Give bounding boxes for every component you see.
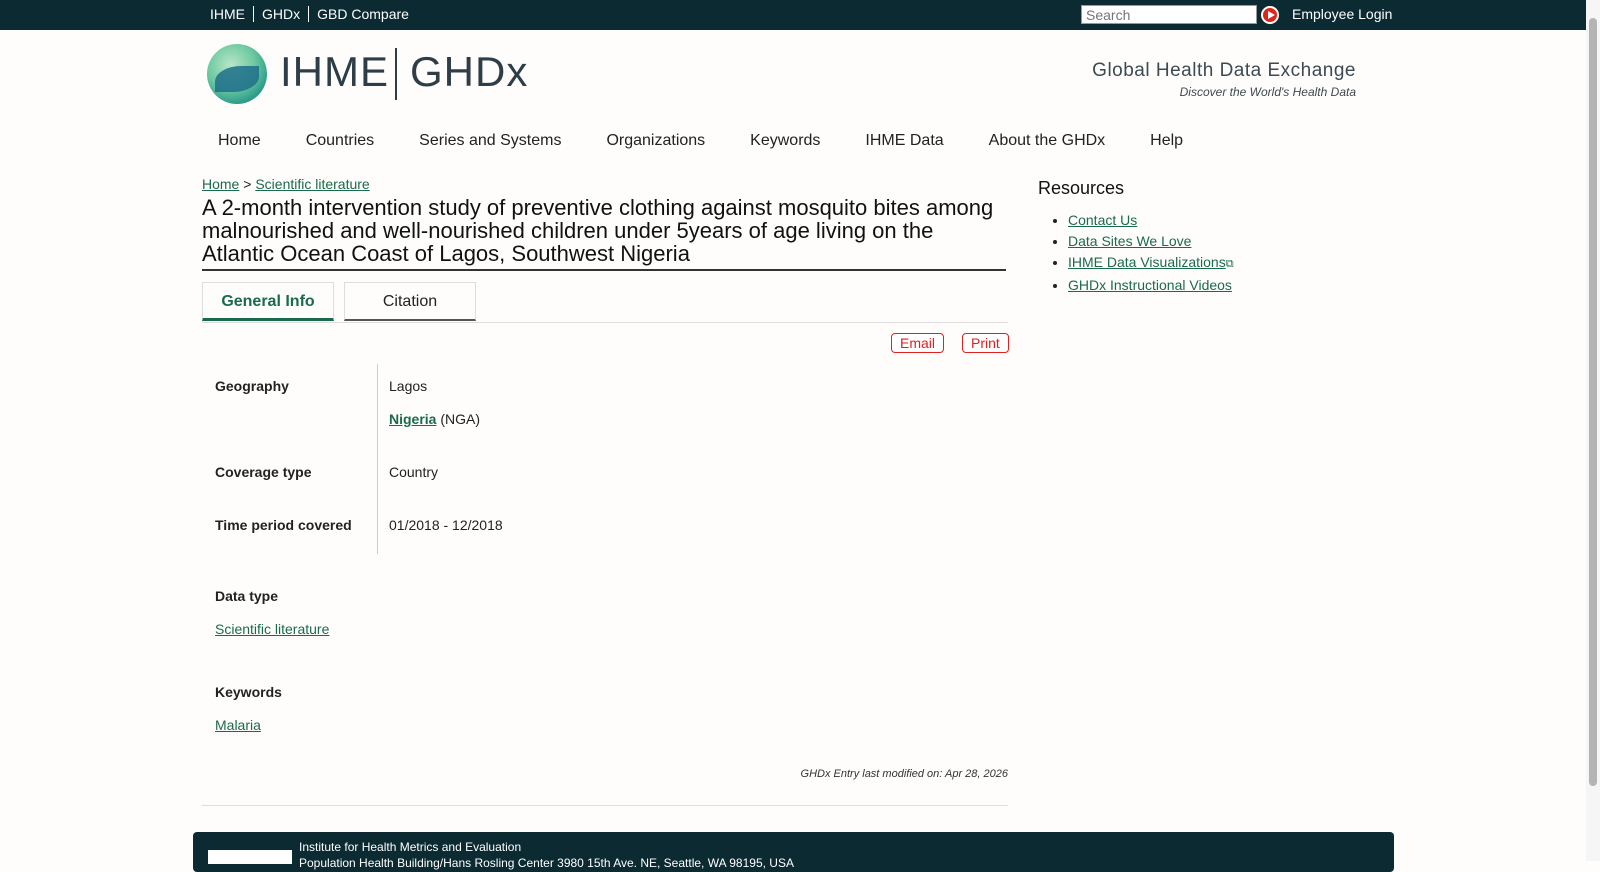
datatype-label: Data type [215,588,279,604]
uw-logo-icon[interactable] [208,850,292,864]
top-link-ihme[interactable]: IHME [206,6,254,22]
nav-help[interactable]: Help [1135,132,1183,150]
datatype-link[interactable]: Scientific literature [215,621,329,637]
top-links: IHME GHDx GBD Compare [206,6,417,22]
resource-item: IHME Data Visualizations⧉ [1068,252,1234,275]
info-divider [377,364,378,554]
coverage-label: Coverage type [215,464,312,480]
nav-home[interactable]: Home [203,132,261,150]
top-link-ghdx[interactable]: GHDx [254,6,310,22]
keywords-label: Keywords [215,684,282,700]
footer-address: Population Health Building/Hans Rosling … [299,856,794,870]
search-input[interactable] [1081,5,1257,24]
logo-ghdx-text[interactable]: GHDx [410,48,528,96]
tab-general-info[interactable]: General Info [202,282,334,321]
breadcrumb-home[interactable]: Home [202,176,239,192]
country-code: (NGA) [440,411,481,427]
top-bar: IHME GHDx GBD Compare Employee Login [0,0,1586,30]
page-title: A 2-month intervention study of preventi… [202,196,1006,271]
tagline-subtitle: Discover the World's Health Data [1179,85,1356,99]
resource-item: GHDx Instructional Videos [1068,275,1234,296]
geography-label: Geography [215,378,289,394]
tab-divider [202,322,1008,323]
geography-value: Lagos [389,378,428,394]
time-value: 01/2018 - 12/2018 [389,517,503,533]
breadcrumb: Home > Scientific literature [202,176,370,192]
instructional-videos-link[interactable]: GHDx Instructional Videos [1068,277,1232,293]
site-tagline: Global Health Data Exchange Discover the… [1060,60,1356,99]
nav-countries[interactable]: Countries [291,132,374,150]
top-link-gbd-compare[interactable]: GBD Compare [309,6,417,22]
external-link-icon: ⧉ [1225,258,1234,270]
resources-title: Resources [1038,178,1125,198]
resources-list: Contact Us Data Sites We Love IHME Data … [1049,210,1234,296]
footer: Institute for Health Metrics and Evaluat… [193,832,1394,872]
breadcrumb-separator: > [243,176,252,192]
tagline-title: Global Health Data Exchange [1092,60,1356,81]
time-label: Time period covered [215,517,352,533]
content-divider [202,805,1008,806]
employee-login-link[interactable]: Employee Login [1292,6,1392,22]
last-modified: GHDx Entry last modified on: Apr 28, 202… [800,768,1008,780]
coverage-value: Country [389,464,439,480]
contact-us-link[interactable]: Contact Us [1068,212,1137,228]
country-link[interactable]: Nigeria [389,411,436,427]
resource-item: Data Sites We Love [1068,231,1234,252]
footer-org-name: Institute for Health Metrics and Evaluat… [299,840,522,854]
main-nav: Home Countries Series and Systems Organi… [203,132,1213,150]
logo-divider [395,48,397,100]
print-button[interactable]: Print [962,333,1009,353]
breadcrumb-section[interactable]: Scientific literature [255,176,369,192]
scrollbar-thumb[interactable] [1589,18,1597,786]
geography-country: Nigeria (NGA) [389,411,480,427]
nav-organizations[interactable]: Organizations [591,132,705,150]
ihme-data-viz-link[interactable]: IHME Data Visualizations [1068,254,1226,270]
logo-ihme-text[interactable]: IHME [280,48,389,96]
data-sites-link[interactable]: Data Sites We Love [1068,233,1191,249]
nav-series-and-systems[interactable]: Series and Systems [404,132,561,150]
keyword-link[interactable]: Malaria [215,717,261,733]
search-go-icon[interactable] [1261,6,1279,24]
email-button[interactable]: Email [891,333,945,353]
tab-citation[interactable]: Citation [344,282,476,321]
nav-keywords[interactable]: Keywords [735,132,820,150]
resource-item: Contact Us [1068,210,1234,231]
nav-about-the-ghdx[interactable]: About the GHDx [974,132,1106,150]
nav-ihme-data[interactable]: IHME Data [850,132,943,150]
